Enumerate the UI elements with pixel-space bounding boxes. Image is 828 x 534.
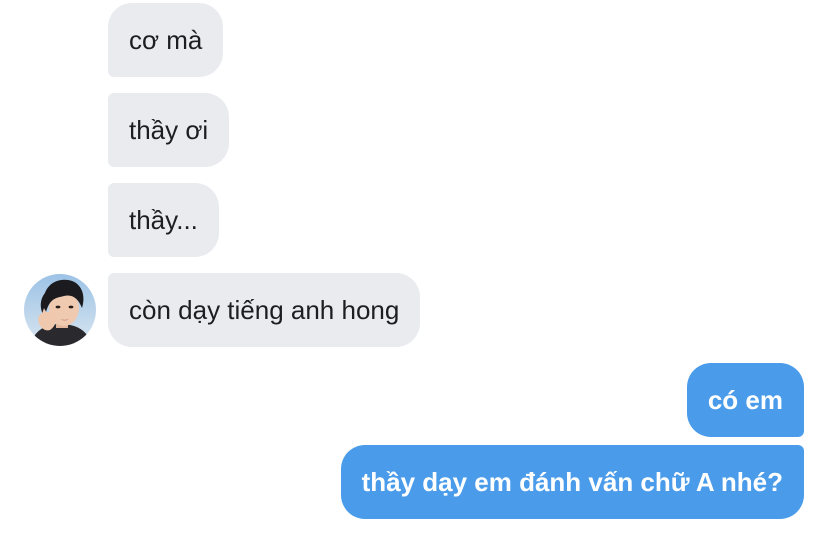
message-text: thầy dạy em đánh vấn chữ A nhé? — [361, 467, 783, 497]
message-text: cơ mà — [129, 25, 203, 55]
message-text: có em — [707, 385, 783, 415]
incoming-message[interactable]: thầy... — [108, 183, 219, 257]
avatar-photo-icon — [24, 274, 96, 346]
message-text: thầy ơi — [129, 115, 209, 145]
outgoing-message[interactable]: có em — [686, 363, 804, 437]
incoming-message[interactable]: còn dạy tiếng anh hong — [108, 273, 421, 347]
incoming-message[interactable]: cơ mà — [108, 3, 224, 77]
outgoing-message[interactable]: thầy dạy em đánh vấn chữ A nhé? — [340, 445, 804, 519]
message-text: còn dạy tiếng anh hong — [129, 295, 400, 325]
sender-avatar[interactable] — [24, 274, 96, 346]
chat-thread: cơ mà thầy ơi thầy... còn dạy tiếng anh … — [0, 0, 828, 534]
message-text: thầy... — [129, 205, 198, 235]
incoming-message[interactable]: thầy ơi — [108, 93, 230, 167]
